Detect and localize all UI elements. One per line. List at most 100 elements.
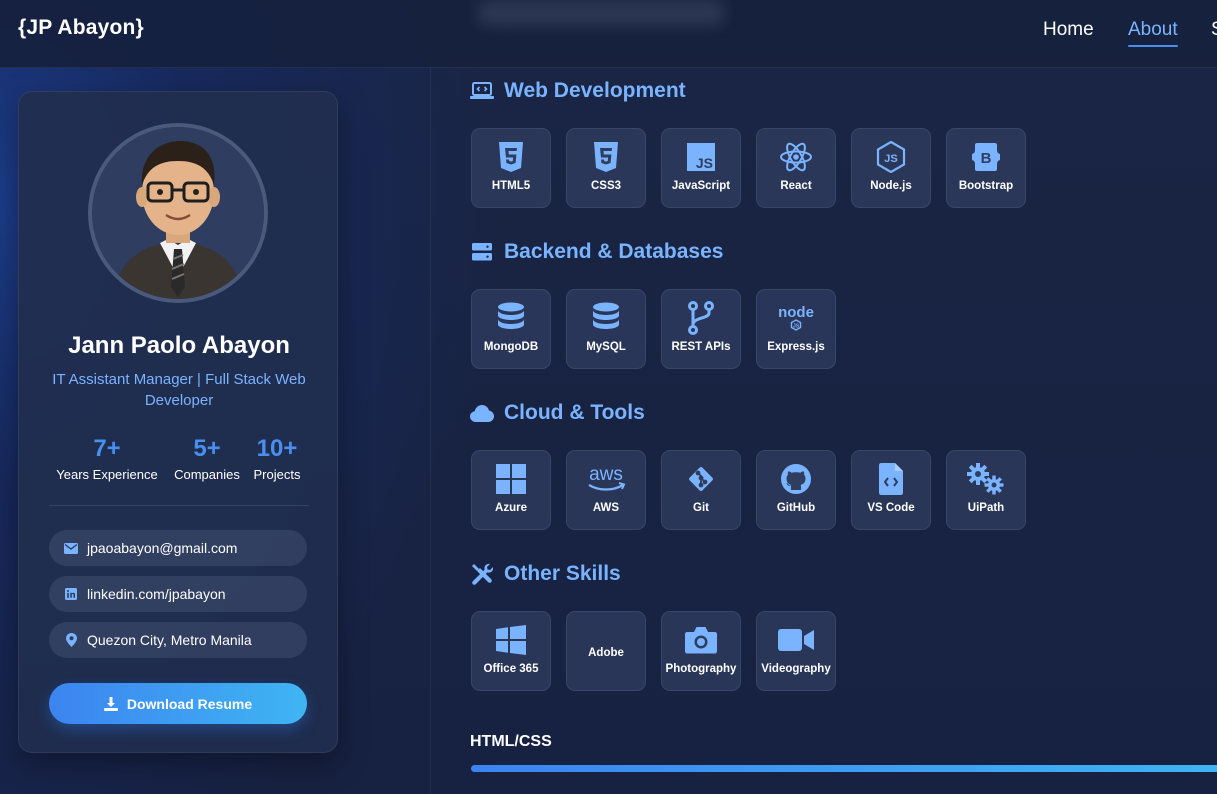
html5-icon <box>472 140 550 174</box>
stat-value: 5+ <box>193 435 221 462</box>
code-branch-icon <box>662 301 740 335</box>
gears-icon <box>947 462 1025 496</box>
skill-tile-rest-apis: REST APIs <box>661 289 741 369</box>
skill-label: Node.js <box>870 180 912 192</box>
skill-tile-react: React <box>756 128 836 208</box>
skill-label: Express.js <box>767 341 825 353</box>
progress-fill <box>471 765 1217 772</box>
skill-grid-backend: MongoDB MySQL REST APIs node JS Express.j… <box>471 289 851 369</box>
section-title-text: Other Skills <box>504 562 621 585</box>
skill-tile-html5: HTML5 <box>471 128 551 208</box>
section-title-backend: Backend & Databases <box>470 240 723 264</box>
skill-tile-mysql: MySQL <box>566 289 646 369</box>
svg-text:JS: JS <box>793 324 800 330</box>
svg-text:B: B <box>981 150 992 167</box>
skill-label: Git <box>693 502 709 514</box>
card-divider <box>49 505 309 506</box>
github-icon <box>757 462 835 496</box>
skill-grid-cloud: Azure aws AWS Git GitHub VS Code UiPath <box>471 450 1041 530</box>
skill-label: Photography <box>665 663 737 675</box>
svg-text:aws: aws <box>589 464 623 485</box>
skill-tile-javascript: JS JavaScript <box>661 128 741 208</box>
skill-label: JavaScript <box>671 180 731 192</box>
skill-tile-github: GitHub <box>756 450 836 530</box>
profile-role: IT Assistant Manager | Full Stack Web De… <box>52 371 306 409</box>
skill-tile-vscode: VS Code <box>851 450 931 530</box>
skill-label: HTML5 <box>491 180 531 192</box>
avatar <box>88 123 268 303</box>
nav-link-skills[interactable]: S <box>1211 19 1217 41</box>
skill-label: UiPath <box>967 502 1005 514</box>
skill-label: Office 365 <box>483 663 539 675</box>
skill-label: AWS <box>592 502 620 514</box>
laptop-code-icon <box>470 79 494 103</box>
skill-tile-uipath: UiPath <box>946 450 1026 530</box>
skill-label: Adobe <box>588 647 624 659</box>
stat-projects: 10+ Projects <box>249 435 305 482</box>
section-title-text: Web Development <box>504 79 686 102</box>
skill-tile-bootstrap: B Bootstrap <box>946 128 1026 208</box>
skill-label: MySQL <box>586 341 626 353</box>
nav-link-home[interactable]: Home <box>1043 19 1094 41</box>
skill-tile-nodejs: JS Node.js <box>851 128 931 208</box>
skill-label: Azure <box>495 502 527 514</box>
download-resume-button[interactable]: Download Resume <box>49 683 307 724</box>
stat-label: Companies <box>174 467 240 482</box>
javascript-icon: JS <box>662 140 740 174</box>
aws-icon: aws <box>567 462 645 496</box>
contact-linkedin-text: linkedin.com/jpabayon <box>87 586 226 602</box>
brand-logo[interactable]: {JP Abayon} <box>18 16 144 40</box>
section-title-text: Backend & Databases <box>504 240 724 263</box>
stat-value: 10+ <box>256 435 298 462</box>
stat-companies: 5+ Companies <box>167 435 247 482</box>
tools-icon <box>470 562 494 586</box>
windows-icon <box>472 623 550 657</box>
skill-tile-office365: Office 365 <box>471 611 551 691</box>
skill-tile-css3: CSS3 <box>566 128 646 208</box>
nav-link-about[interactable]: About <box>1128 19 1178 47</box>
skill-tile-git: Git <box>661 450 741 530</box>
skill-label: Videography <box>761 663 831 675</box>
download-resume-label: Download Resume <box>126 695 253 712</box>
cloud-icon <box>470 401 494 425</box>
stat-years: 7+ Years Experience <box>49 435 165 482</box>
envelope-icon <box>63 540 79 556</box>
contact-linkedin[interactable]: linkedin.com/jpabayon <box>49 576 307 612</box>
css3-icon <box>567 140 645 174</box>
skill-tile-adobe: Adobe <box>566 611 646 691</box>
section-title-web: Web Development <box>470 79 686 103</box>
contact-location: Quezon City, Metro Manila <box>49 622 307 658</box>
stat-value: 7+ <box>93 435 121 462</box>
database-icon <box>472 301 550 335</box>
bootstrap-icon: B <box>947 140 1025 174</box>
progress-label: HTML/CSS <box>470 733 552 750</box>
skill-label: React <box>780 180 812 192</box>
skill-tile-photography: Photography <box>661 611 741 691</box>
skill-label: GitHub <box>776 502 816 514</box>
windows-icon <box>472 462 550 496</box>
profile-card: Jann Paolo Abayon IT Assistant Manager |… <box>18 91 338 753</box>
react-icon <box>757 140 835 174</box>
svg-text:JS: JS <box>884 153 897 165</box>
blurred-overlay <box>478 0 724 26</box>
skill-grid-other: Office 365 Adobe Photography Videography <box>471 611 851 691</box>
git-icon <box>662 462 740 496</box>
skill-tile-aws: aws AWS <box>566 450 646 530</box>
progress-track <box>471 765 1217 772</box>
avatar-illustration <box>92 127 264 299</box>
skill-tile-azure: Azure <box>471 450 551 530</box>
page: {JP Abayon} Home About S <box>0 0 1217 794</box>
column-divider <box>430 68 431 794</box>
video-icon <box>757 623 835 657</box>
skill-label: MongoDB <box>483 341 539 353</box>
contact-email[interactable]: jpaoabayon@gmail.com <box>49 530 307 566</box>
skill-tile-expressjs: node JS Express.js <box>756 289 836 369</box>
linkedin-icon <box>63 586 79 602</box>
skill-label: REST APIs <box>671 341 731 353</box>
skill-label: VS Code <box>867 502 915 514</box>
stat-label: Years Experience <box>56 467 158 482</box>
profile-name: Jann Paolo Abayon <box>68 332 290 359</box>
database-icon <box>567 301 645 335</box>
contact-location-text: Quezon City, Metro Manila <box>87 632 252 648</box>
skill-tile-mongodb: MongoDB <box>471 289 551 369</box>
